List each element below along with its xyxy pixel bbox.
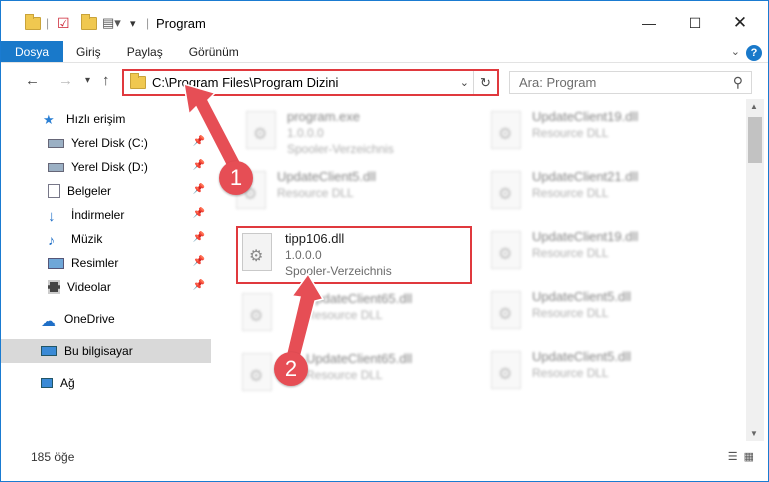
- arrow-to-file: [285, 272, 325, 360]
- annotation-arrows: [183, 82, 325, 360]
- step-badge-1: 1: [219, 161, 253, 195]
- arrow-to-address-bar: [183, 82, 245, 174]
- step-badge-2: 2: [274, 352, 308, 386]
- explorer-window: | ☑ ▤▾ ▾ | Program — ☐ ✕ Dosya Giriş Pay…: [0, 0, 769, 482]
